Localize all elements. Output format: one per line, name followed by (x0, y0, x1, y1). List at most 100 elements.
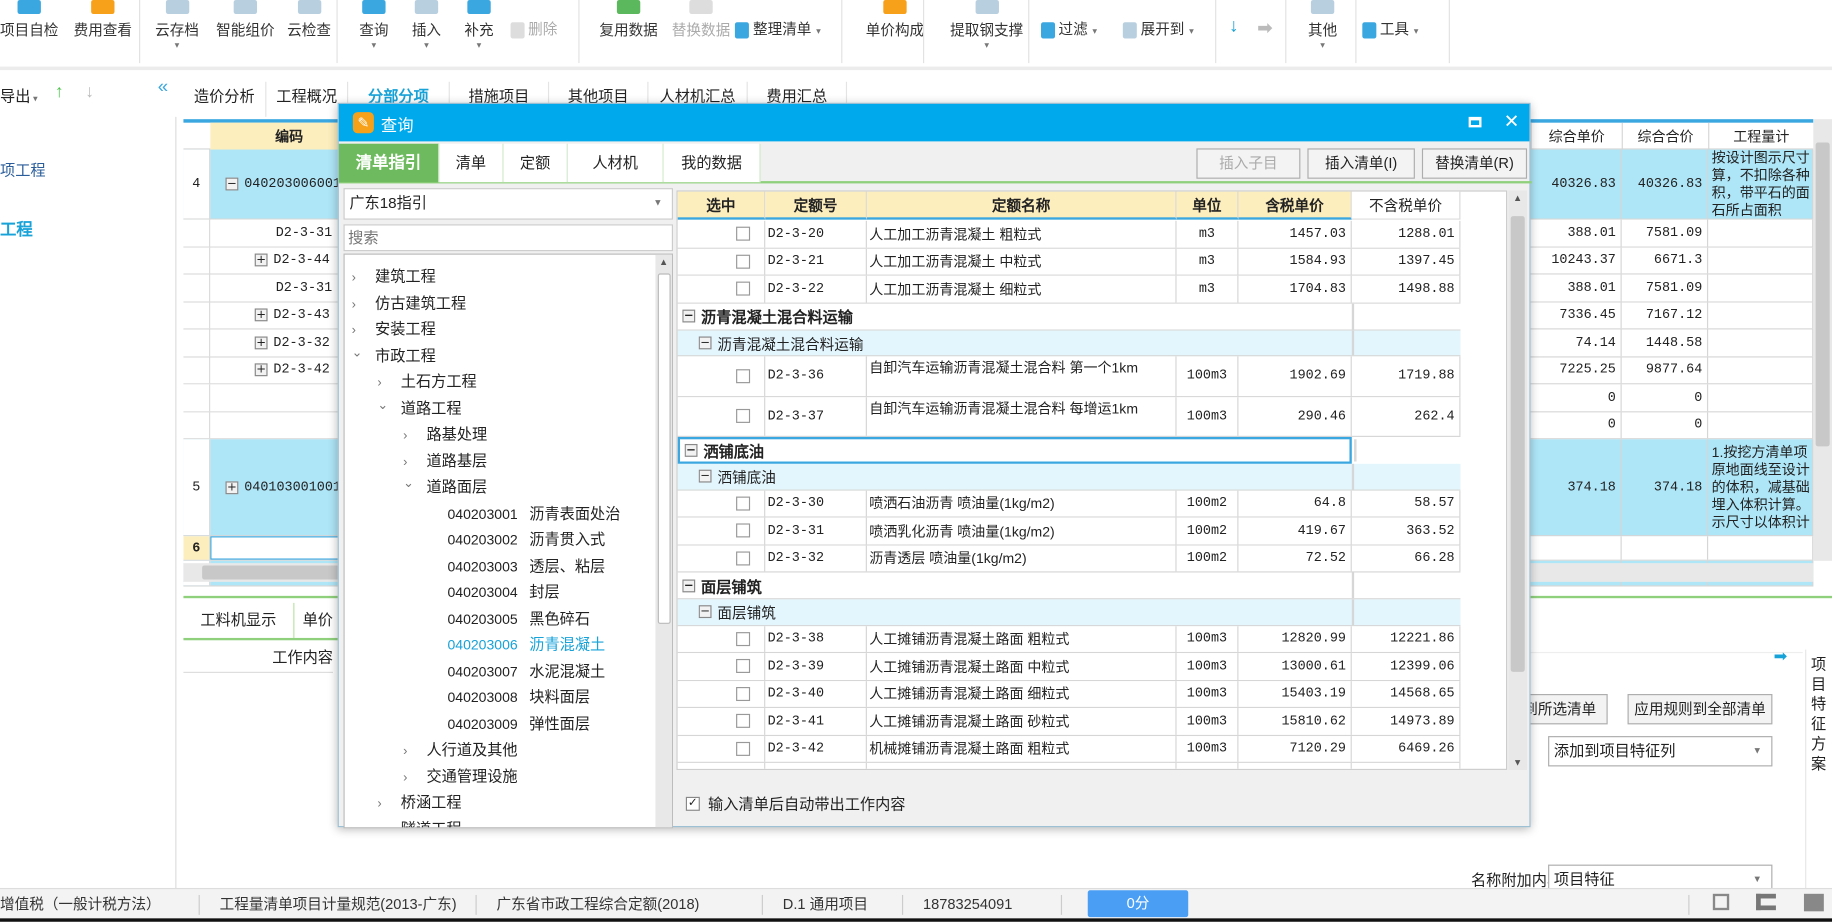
toolbar-button-17[interactable]: 工具 ▾ (1361, 16, 1419, 84)
tree-item[interactable]: 040203005 黑色碎石 (352, 606, 590, 632)
collapse-icon[interactable]: − (698, 469, 712, 483)
expand-right-icon[interactable]: ➡ (1774, 646, 1788, 666)
tree-item[interactable]: 040203004 封层 (352, 580, 559, 606)
tab-unit-price[interactable]: 单价 (294, 603, 341, 638)
toolbar-button-15[interactable]: 展开到 ▾ (1122, 16, 1196, 84)
select-checkbox[interactable] (736, 769, 750, 770)
export-button[interactable]: 导出 ▾ (0, 84, 38, 106)
score-badge[interactable]: 0分 (1087, 890, 1189, 918)
quota-row[interactable]: D2-3-32 沥青透层 喷油量(1kg/m2) 100m2 72.52 66.28 (677, 545, 1461, 573)
dialog-tab-2[interactable]: 定额 (503, 143, 568, 183)
collapse-icon[interactable]: − (684, 443, 698, 457)
view-list-icon[interactable] (1756, 893, 1776, 911)
auto-work-content-checkbox[interactable]: ✓ 输入清单后自动带出工作内容 (685, 792, 906, 814)
insert-list-button[interactable]: 插入清单(I) (1307, 148, 1415, 179)
collapse-icon[interactable]: − (682, 309, 696, 323)
arrow-down-icon[interactable]: ↓ (1229, 16, 1238, 37)
dialog-tab-0[interactable]: 清单指引 (338, 143, 440, 183)
chevron-down-icon[interactable]: ⌄ (403, 471, 419, 497)
expand-icon[interactable]: + (254, 363, 268, 377)
toolbar-button-12[interactable]: 单价构成 (856, 0, 933, 68)
tab-material-display[interactable]: 工料机显示 (183, 602, 295, 638)
close-icon[interactable]: ✕ (1504, 110, 1520, 133)
select-checkbox[interactable] (736, 254, 751, 269)
select-checkbox[interactable] (736, 496, 751, 511)
toolbar-button-10[interactable]: 替换数据 (662, 0, 739, 68)
tree-item[interactable]: › 人行道及其他 (352, 737, 518, 763)
collapse-panel-icon[interactable]: « (158, 77, 168, 98)
toolbar-button-4[interactable]: 云检查 (278, 0, 340, 68)
dialog-tab-3[interactable]: 人材机 (567, 143, 664, 183)
tree-item[interactable]: › 隧道工程 (352, 816, 461, 828)
move-down-icon[interactable]: ↓ (85, 82, 94, 102)
chevron-down-icon[interactable]: ⌄ (352, 339, 368, 365)
chevron-right-icon[interactable]: › (377, 817, 393, 827)
section-row[interactable]: − 沥青混凝土混合料运输 (677, 303, 1461, 331)
project-tree-item-active[interactable]: 工程 (0, 217, 33, 240)
select-checkbox[interactable] (736, 686, 751, 701)
toolbar-button-0[interactable]: 项目自检 (0, 0, 68, 68)
collapse-icon[interactable]: − (225, 177, 239, 191)
insert-child-button[interactable]: 插入子目 (1196, 148, 1301, 179)
dialog-tab-1[interactable]: 清单 (439, 143, 504, 183)
chevron-right-icon[interactable]: › (403, 765, 419, 791)
toolbar-button-11[interactable]: 整理清单 ▾ (734, 16, 823, 84)
grid-vertical-scrollbar[interactable] (1813, 119, 1832, 561)
tree-item[interactable]: › 桥涵工程 (352, 790, 461, 817)
select-checkbox[interactable] (736, 523, 751, 538)
view-full-icon[interactable] (1803, 893, 1824, 912)
tree-item[interactable]: ⌄ 道路工程 (352, 392, 461, 421)
select-checkbox[interactable] (736, 226, 751, 241)
tree-item[interactable]: ⌄ 道路面层 (352, 471, 487, 500)
select-checkbox[interactable] (736, 281, 751, 296)
tree-item[interactable]: › 仿古建筑工程 (352, 290, 467, 316)
quota-row[interactable]: D2-3-20 人工加工沥青混凝土 粗粒式 m3 1457.03 1288.01 (677, 220, 1461, 249)
toolbar-button-14[interactable]: 过滤 ▾ (1040, 16, 1098, 84)
column-header[interactable]: 不含税单价 (1351, 191, 1461, 220)
quota-row[interactable]: D2-3-40 人工摊铺沥青混凝土路面 细粒式 100m3 15403.19 14568… (677, 680, 1461, 709)
expand-icon[interactable]: + (254, 308, 268, 322)
column-header[interactable]: 选中 (677, 191, 766, 220)
side-tab-feature-scheme[interactable]: 项目特征方案 (1811, 654, 1827, 773)
quota-row[interactable]: D2-3-30 喷洒石油沥青 喷油量(1kg/m2) 100m2 64.8 58.57 (677, 490, 1461, 518)
section-row[interactable]: − 面层铺筑 (677, 572, 1461, 600)
tab-1[interactable]: 工程概况 (266, 81, 349, 117)
select-checkbox[interactable] (736, 659, 751, 674)
toolbar-button-3[interactable]: 智能组价 (207, 0, 284, 68)
toolbar-button-9[interactable]: 复用数据 (590, 0, 667, 68)
search-input[interactable] (343, 224, 673, 252)
expand-icon[interactable]: + (225, 480, 239, 494)
add-to-select[interactable]: 添加到项目特征列 ▼ (1548, 736, 1773, 767)
subsection-row[interactable]: − 洒铺底油 (677, 463, 1461, 491)
toolbar-button-8[interactable]: 删除 (505, 16, 563, 84)
quota-row[interactable]: D2-3-42 机械摊铺沥青混凝土路面 粗粒式 100m3 7120.29 6469.2… (677, 735, 1461, 763)
column-header[interactable]: 定额号 (765, 191, 867, 220)
dialog-titlebar[interactable]: ✎ 查询 ✕ (338, 103, 1530, 142)
tree-item[interactable]: 040203009 弹性面层 (352, 711, 590, 737)
toolbar-button-6[interactable]: 插入 ▾ (403, 0, 450, 68)
tree-item[interactable]: 040203001 沥青表面处治 (352, 501, 620, 527)
column-header[interactable]: 定额名称 (866, 191, 1177, 220)
tree-scrollbar[interactable]: ▲ (655, 254, 672, 828)
tree-item[interactable]: 040203006 沥青混凝土 (352, 632, 605, 658)
tree-item[interactable]: › 道路基层 (352, 448, 487, 474)
quota-row[interactable]: D2-3-39 人工摊铺沥青混凝土路面 中粒式 100m3 13000.61 12399… (677, 653, 1461, 681)
quota-row[interactable]: D2-3-22 人工加工沥青混凝土 细粒式 m3 1704.83 1498.88 (677, 275, 1461, 304)
quota-row[interactable]: D2-3-31 喷洒乳化沥青 喷油量(1kg/m2) 100m2 419.67 363.… (677, 517, 1461, 546)
tree-item[interactable]: ⌄ 市政工程 (352, 343, 436, 369)
collapse-icon[interactable]: − (698, 336, 712, 350)
tree-item[interactable]: › 路基处理 (352, 422, 487, 448)
apply-all-button[interactable]: 应用规则到全部清单 (1627, 694, 1773, 725)
toolbar-button-16[interactable]: 其他 ▾ (1299, 0, 1346, 68)
toolbar-button-13[interactable]: 提取钢支撑 ▾ (941, 0, 1033, 68)
collapse-icon[interactable]: − (682, 578, 696, 592)
chevron-right-icon[interactable]: › (377, 791, 393, 817)
toolbar-button-5[interactable]: 查询 ▾ (351, 0, 398, 68)
expand-icon[interactable]: + (254, 336, 268, 350)
tree-item[interactable]: 040203003 透层、粘层 (352, 553, 605, 579)
quota-row[interactable]: D2-3-36 自卸汽车运输沥青混凝土混合料 第一个1km 100m3 1902.69… (677, 356, 1461, 397)
chevron-down-icon[interactable]: ⌄ (377, 392, 393, 418)
tree-item[interactable]: 040203007 水泥混凝土 (352, 658, 605, 684)
maximize-icon[interactable] (1468, 116, 1482, 128)
subsection-row[interactable]: − 沥青混凝土混合料运输 (677, 330, 1461, 357)
